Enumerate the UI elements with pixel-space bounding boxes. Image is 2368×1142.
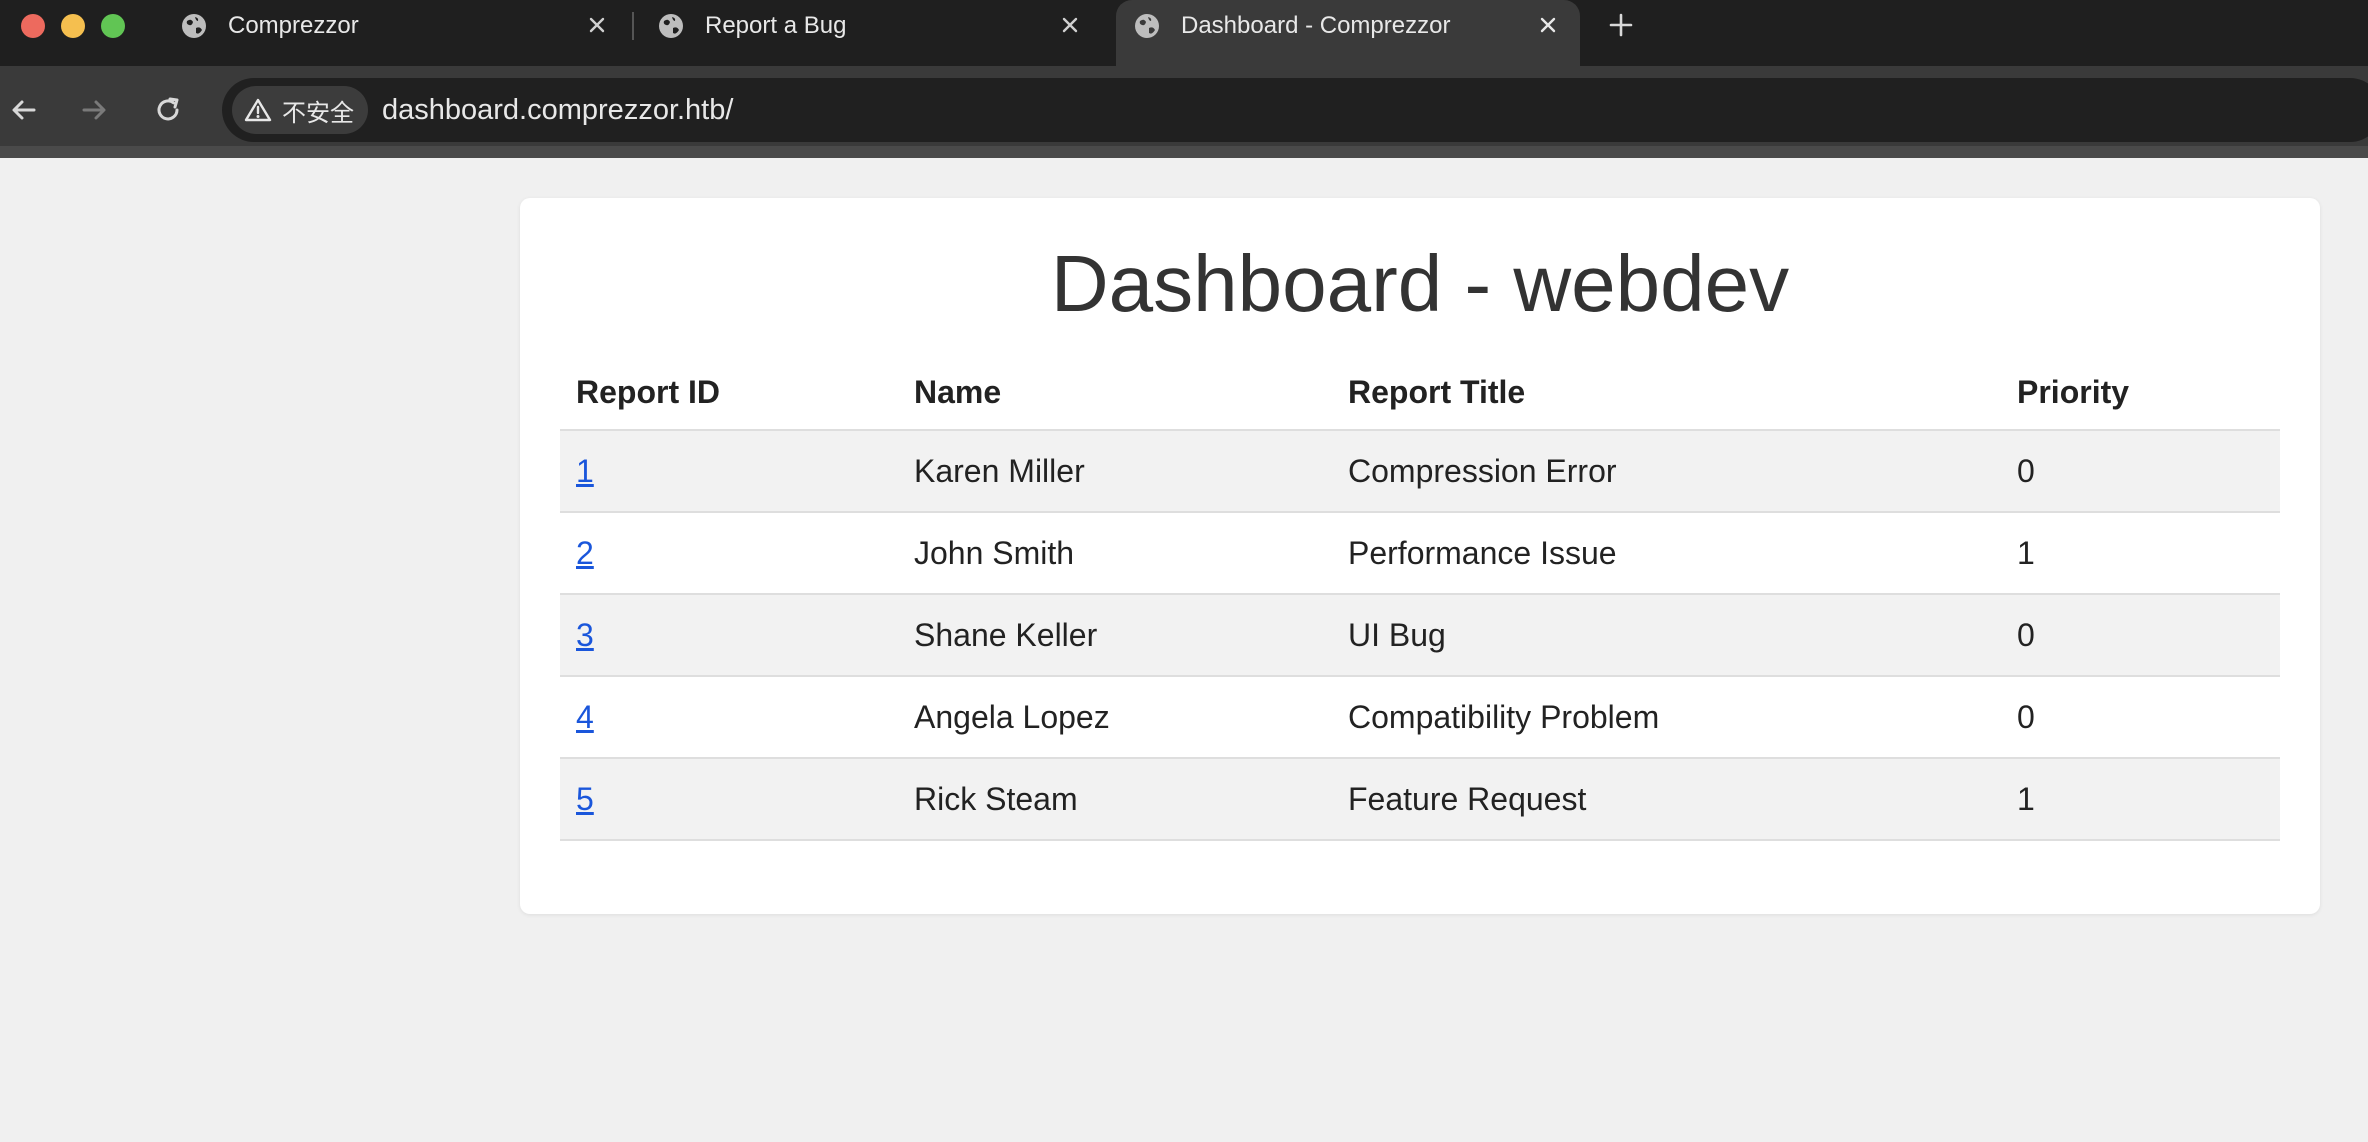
url-text[interactable]: dashboard.comprezzor.htb/: [382, 94, 733, 127]
tab-title: Report a Bug: [705, 12, 847, 39]
report-title-cell: UI Bug: [1332, 594, 2001, 677]
window-maximize-button[interactable]: [101, 14, 125, 38]
back-button[interactable]: [4, 90, 44, 130]
warning-icon: [244, 98, 272, 122]
table-row: 5 Rick Steam Feature Request 1: [560, 758, 2280, 841]
table-header-row: Report ID Name Report Title Priority: [560, 356, 2280, 431]
report-id-cell: 4: [560, 676, 898, 759]
priority-cell: 1: [2001, 512, 2280, 595]
report-id-cell: 2: [560, 512, 898, 595]
report-id-link[interactable]: 5: [576, 781, 594, 817]
reload-icon: [157, 97, 179, 121]
column-header-report-id: Report ID: [560, 356, 898, 431]
globe-icon: [182, 14, 206, 38]
reports-table: Report ID Name Report Title Priority 1 K…: [560, 356, 2280, 841]
column-header-name: Name: [898, 356, 1332, 431]
tab-comprezzor[interactable]: Comprezzor: [180, 0, 612, 52]
tab-strip: Comprezzor Report a Bug Dashboard - Comp…: [0, 0, 2368, 66]
browser-toolbar: 不安全 dashboard.comprezzor.htb/: [0, 66, 2368, 158]
plus-icon: [1609, 13, 1633, 37]
name-cell: Angela Lopez: [898, 676, 1332, 759]
report-id-link[interactable]: 2: [576, 535, 594, 571]
arrow-right-icon: [82, 100, 106, 120]
report-id-link[interactable]: 1: [576, 453, 594, 489]
close-tab-icon[interactable]: [582, 10, 612, 40]
tab-title: Dashboard - Comprezzor: [1181, 12, 1451, 39]
security-indicator[interactable]: 不安全: [232, 86, 368, 134]
table-row: 4 Angela Lopez Compatibility Problem 0: [560, 676, 2280, 759]
name-cell: Karen Miller: [898, 430, 1332, 513]
globe-icon: [1135, 14, 1159, 38]
tab-report-a-bug[interactable]: Report a Bug: [657, 0, 1085, 52]
priority-cell: 0: [2001, 430, 2280, 513]
table-row: 3 Shane Keller UI Bug 0: [560, 594, 2280, 677]
security-label: 不安全: [282, 99, 354, 127]
reload-button[interactable]: [148, 90, 188, 130]
table-row: 1 Karen Miller Compression Error 0: [560, 430, 2280, 513]
report-title-cell: Compatibility Problem: [1332, 676, 2001, 759]
column-header-report-title: Report Title: [1332, 356, 2001, 431]
report-id-link[interactable]: 3: [576, 617, 594, 653]
window-close-button[interactable]: [21, 14, 45, 38]
report-id-cell: 1: [560, 430, 898, 513]
report-id-cell: 5: [560, 758, 898, 841]
close-tab-icon[interactable]: [1055, 10, 1085, 40]
report-title-cell: Performance Issue: [1332, 512, 2001, 595]
report-title-cell: Feature Request: [1332, 758, 2001, 841]
column-header-priority: Priority: [2001, 356, 2280, 431]
priority-cell: 1: [2001, 758, 2280, 841]
new-tab-button[interactable]: [1604, 8, 1638, 42]
globe-icon: [659, 14, 683, 38]
tab-divider: [632, 12, 634, 40]
address-bar[interactable]: 不安全 dashboard.comprezzor.htb/: [222, 78, 2368, 142]
close-tab-icon[interactable]: [1533, 10, 1563, 40]
name-cell: Rick Steam: [898, 758, 1332, 841]
report-title-cell: Compression Error: [1332, 430, 2001, 513]
name-cell: John Smith: [898, 512, 1332, 595]
tab-dashboard[interactable]: Dashboard - Comprezzor: [1133, 0, 1563, 52]
window-minimize-button[interactable]: [61, 14, 85, 38]
tab-title: Comprezzor: [228, 12, 359, 39]
arrow-left-icon: [12, 100, 36, 120]
report-id-link[interactable]: 4: [576, 699, 594, 735]
table-row: 2 John Smith Performance Issue 1: [560, 512, 2280, 595]
report-id-cell: 3: [560, 594, 898, 677]
dashboard-card: Dashboard - webdev Report ID Name Report…: [520, 198, 2320, 914]
page-title: Dashboard - webdev: [1050, 239, 1790, 328]
priority-cell: 0: [2001, 594, 2280, 677]
forward-button[interactable]: [74, 90, 114, 130]
priority-cell: 0: [2001, 676, 2280, 759]
name-cell: Shane Keller: [898, 594, 1332, 677]
